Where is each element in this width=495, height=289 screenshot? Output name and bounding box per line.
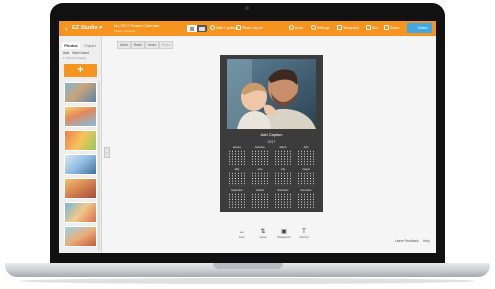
- image-icon: ▣: [281, 229, 287, 235]
- month-november: November: [273, 189, 293, 209]
- laptop-shadow: [20, 278, 475, 284]
- calendar-page[interactable]: Add Caption 2017 January February March …: [220, 55, 323, 212]
- sort-icon: [366, 25, 371, 30]
- layout-icon: [236, 25, 241, 30]
- calendar-photo[interactable]: [227, 59, 316, 129]
- sidebar-scrollbar[interactable]: [98, 81, 100, 251]
- hide-captions-button[interactable]: Hide Captions: [210, 25, 238, 32]
- month-march: March: [273, 146, 293, 166]
- add-photos-link[interactable]: Add: [63, 51, 69, 55]
- sidebar-collapse-handle[interactable]: ‹: [104, 147, 110, 158]
- canvas-undo-button[interactable]: Undo: [117, 41, 131, 49]
- top-bar: ‹ EZ Studio ▾ My 2017 Poster Calendar Po…: [59, 21, 436, 36]
- month-august: August: [296, 168, 316, 188]
- month-february: February: [250, 146, 270, 166]
- tab-clipart[interactable]: Clipart: [81, 42, 99, 49]
- view-used-link[interactable]: View Used: [72, 51, 89, 55]
- month-july: July: [273, 168, 293, 188]
- photo-thumbnail[interactable]: [64, 154, 97, 175]
- month-grid: January February March April May June Ju…: [227, 146, 316, 209]
- app-title[interactable]: EZ Studio ▾: [72, 24, 102, 33]
- month-september: September: [227, 189, 247, 209]
- month-april: April: [296, 146, 316, 166]
- order-button[interactable]: 🛒 Order: [407, 23, 432, 33]
- zoom-arrows-icon: ↔: [239, 229, 245, 235]
- settings-button[interactable]: Settings: [311, 25, 330, 32]
- tab-photos[interactable]: Photos: [62, 42, 80, 49]
- share-button[interactable]: Share: [384, 25, 399, 32]
- photo-thumbnail[interactable]: [64, 226, 97, 247]
- cart-icon: 🛒: [411, 25, 417, 30]
- spread-view-icon[interactable]: [197, 25, 207, 32]
- photo-thumbnail[interactable]: [64, 202, 97, 223]
- book-button[interactable]: Book: [289, 25, 303, 32]
- sort-button[interactable]: Sort: [366, 25, 378, 32]
- month-january: January: [227, 146, 247, 166]
- photo-thumbnail[interactable]: [64, 106, 97, 127]
- single-page-icon[interactable]: [187, 25, 197, 32]
- help-link[interactable]: Help: [423, 239, 430, 243]
- share-icon: [384, 25, 389, 30]
- father-child-photo: [227, 59, 316, 129]
- view-toggle[interactable]: [187, 25, 207, 32]
- photo-thumbnail[interactable]: [64, 82, 97, 103]
- background-tool[interactable]: ▣ Background: [276, 229, 292, 241]
- photo-layout-button[interactable]: Photo Layout: [236, 25, 263, 32]
- laptop-notch: [213, 263, 283, 269]
- photo-count: 1 / 20 of 3 photos: [63, 56, 87, 60]
- month-october: October: [250, 189, 270, 209]
- canvas-undo-button[interactable]: Undo: [145, 41, 159, 49]
- month-june: June: [250, 168, 270, 188]
- photo-thumbnail[interactable]: [64, 130, 97, 151]
- canvas-redo-button[interactable]: Redo: [131, 41, 145, 49]
- add-photo-button[interactable]: +: [64, 64, 97, 77]
- layout-tool[interactable]: ⇅ Layout: [255, 229, 271, 241]
- eye-icon: [210, 25, 215, 30]
- canvas-redo-button[interactable]: Redo: [159, 41, 173, 49]
- book-icon: [289, 25, 294, 30]
- text-icon: T: [302, 229, 306, 235]
- month-december: December: [296, 189, 316, 209]
- camera-icon: [245, 6, 249, 10]
- template-icon: [337, 25, 342, 30]
- photo-thumbnail[interactable]: [64, 178, 97, 199]
- zoom-tool[interactable]: ↔ Zoom: [234, 229, 250, 241]
- gear-icon: [311, 25, 316, 30]
- app-screen: ‹ EZ Studio ▾ My 2017 Poster Calendar Po…: [59, 21, 436, 253]
- arrows-icon: ⇅: [260, 229, 266, 235]
- project-name[interactable]: My 2017 Poster Calendar: [114, 23, 159, 28]
- calendar-year: 2017: [267, 140, 276, 144]
- leave-feedback-link[interactable]: Leave Feedback: [395, 239, 419, 243]
- chevron-left-icon[interactable]: ‹: [62, 24, 71, 33]
- calendar-caption[interactable]: Add Caption: [220, 132, 323, 137]
- templates-button[interactable]: Templates: [337, 25, 359, 32]
- month-may: May: [227, 168, 247, 188]
- add-text-tool[interactable]: T Add Text: [296, 229, 312, 241]
- project-subtitle: Poster Calendar: [114, 29, 136, 33]
